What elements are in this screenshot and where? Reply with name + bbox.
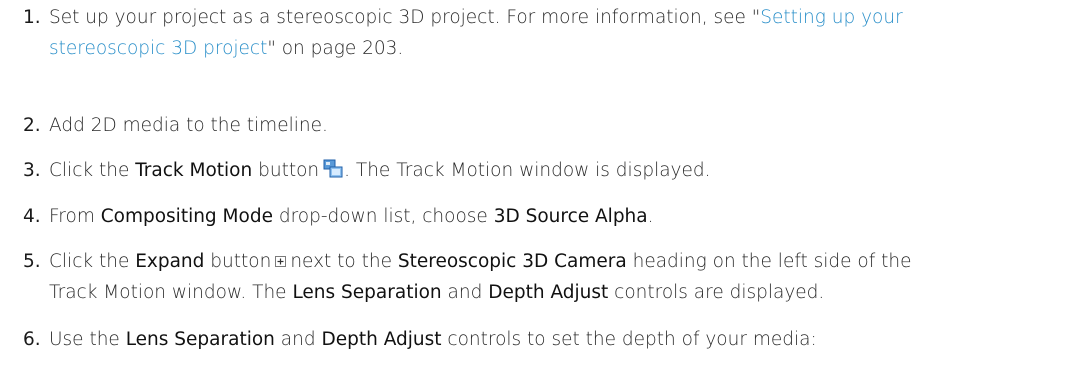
ui-term-compositing-mode: Compositing Mode: [100, 206, 273, 227]
text-fragment: button: [252, 160, 320, 181]
step-1-text-end: " on page 203.: [267, 38, 404, 59]
text-fragment: Track Motion window. The: [49, 282, 293, 303]
text-fragment: .: [647, 206, 654, 227]
text-fragment: Click the: [49, 160, 136, 181]
step-text: Add 2D media to the timeline.: [49, 110, 1048, 141]
step-number: 1.: [23, 7, 41, 28]
text-fragment: . The Track Motion window is displayed.: [344, 160, 711, 181]
cross-reference-link-continued[interactable]: stereoscopic 3D project: [49, 38, 267, 59]
text-fragment: heading on the left side of the: [626, 251, 912, 272]
step-2-text: Add 2D media to the timeline.: [49, 115, 328, 136]
text-fragment: controls to set the depth of your media:: [441, 329, 817, 350]
step-text: Set up your project as a stereoscopic 3D…: [49, 2, 1048, 64]
step-text: Click the Track Motion button . The Trac…: [49, 155, 1048, 186]
track-motion-icon: [323, 159, 343, 178]
ui-term-depth-adjust: Depth Adjust: [488, 282, 609, 303]
text-fragment: drop-down list, choose: [272, 206, 494, 227]
text-fragment: button: [204, 251, 272, 272]
ui-term-lens-separation: Lens Separation: [292, 282, 442, 303]
text-fragment: Use the: [49, 329, 126, 350]
text-fragment: and: [441, 282, 489, 303]
text-fragment: Click the: [49, 251, 136, 272]
ui-term-expand: Expand: [135, 251, 205, 272]
step-number: 3.: [23, 160, 41, 181]
step-number: 6.: [23, 329, 41, 350]
step-number: 2.: [23, 115, 41, 136]
step-text: From Compositing Mode drop-down list, ch…: [49, 201, 1048, 232]
ui-term-track-motion: Track Motion: [135, 160, 253, 181]
ui-term-lens-separation: Lens Separation: [125, 329, 275, 350]
step-1-text-start: Set up your project as a stereoscopic 3D…: [49, 7, 761, 28]
text-fragment: and: [274, 329, 322, 350]
step-text: Use the Lens Separation and Depth Adjust…: [49, 324, 1048, 355]
expand-icon: [275, 256, 287, 267]
step-number: 4.: [23, 206, 41, 227]
text-fragment: From: [49, 206, 101, 227]
ui-term-3d-source-alpha: 3D Source Alpha: [493, 206, 648, 227]
ui-term-depth-adjust: Depth Adjust: [321, 329, 442, 350]
text-fragment: controls are displayed.: [608, 282, 825, 303]
text-fragment: next to the: [290, 251, 398, 272]
document-page: 1. Set up your project as a stereoscopic…: [0, 0, 1068, 374]
ui-term-stereoscopic-3d-camera: Stereoscopic 3D Camera: [397, 251, 627, 272]
step-number: 5.: [23, 251, 41, 272]
step-text: Click the Expand button next to the Ster…: [49, 246, 1048, 308]
cross-reference-link[interactable]: Setting up your: [760, 7, 902, 28]
